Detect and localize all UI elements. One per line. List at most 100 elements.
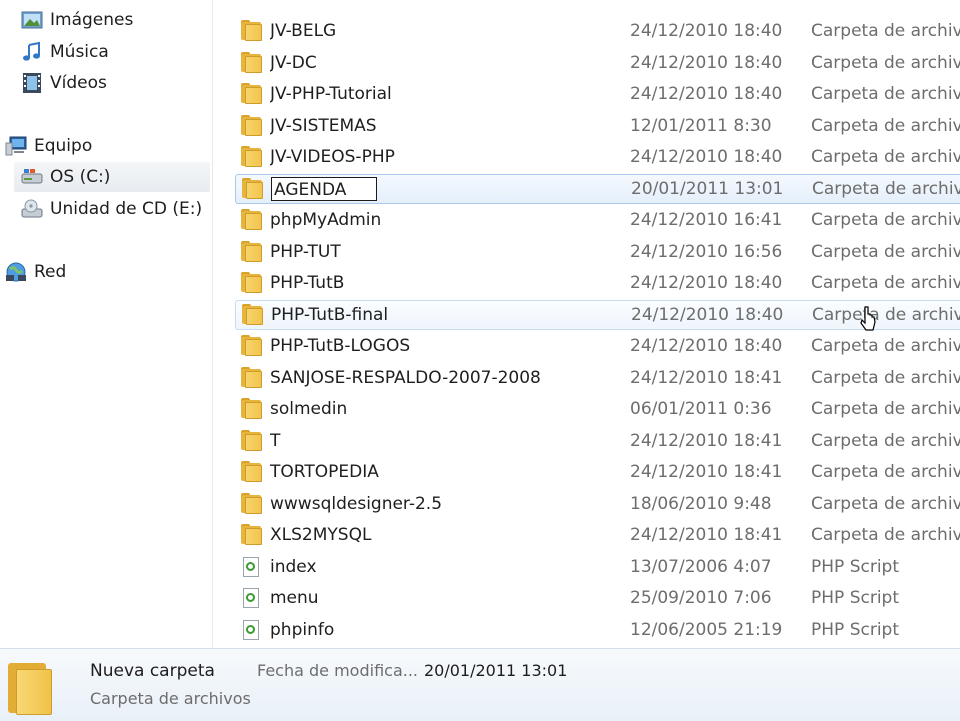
file-list[interactable]: JV-BELG 24/12/2010 18:40 Carpeta de archiv… [213,0,960,648]
file-row[interactable]: JV-BELG 24/12/2010 18:40 Carpeta de archiv… [235,16,960,46]
file-date: 24/12/2010 18:40 [630,336,783,356]
folder-icon [239,20,263,42]
rename-input[interactable]: AGENDA [271,176,377,201]
folder-icon [239,398,263,420]
file-date: 24/12/2010 18:40 [630,84,783,104]
file-type: Carpeta de archivos [811,367,960,388]
nav-item-label: Equipo [34,136,93,156]
nav-item-computer[interactable]: Equipo [4,131,200,161]
file-row[interactable]: solmedin 06/01/2011 0:36 Carpeta de archiv… [235,394,960,424]
file-row[interactable]: phpinfo 12/06/2005 21:19 PHP Script [235,615,960,645]
file-name: T [270,430,281,451]
nav-item-drive-c[interactable]: OS (C:) [14,162,210,192]
pictures-icon [20,9,44,31]
file-row[interactable]: JV-VIDEOS-PHP 24/12/2010 18:40 Carpeta de … [235,142,960,172]
nav-item-videos[interactable]: Vídeos [20,68,200,98]
file-row[interactable]: T 24/12/2010 18:41 Carpeta de archivos [235,426,960,456]
file-date: 12/01/2011 8:30 [630,115,772,136]
file-name: XLS2MYSQL [270,525,372,545]
folder-icon [239,524,263,546]
folder-icon [239,335,263,357]
nav-item-music[interactable]: Música [20,37,200,67]
file-name: SANJOSE-RESPALDO-2007-2008 [270,367,541,388]
file-row[interactable]: PHP-TutB-LOGOS 24/12/2010 18:40 Carpeta de… [235,331,960,361]
file-row[interactable]: wwwsqldesigner-2.5 18/06/2010 9:48 Carpeta… [235,489,960,519]
folder-icon [239,272,263,294]
folder-icon [239,114,263,137]
file-row[interactable]: index 13/07/2006 4:07 PHP Script [235,552,960,582]
videos-icon [20,72,44,94]
nav-item-label: Vídeos [50,73,107,93]
file-row[interactable]: PHP-TutB-final 24/12/2010 18:40 Carpeta de… [235,299,960,330]
file-name: PHP-TutB-final [271,304,389,325]
file-row[interactable]: JV-DC 24/12/2010 18:40 Carpeta de archivos [235,48,960,78]
file-row[interactable]: AGENDA 20/01/2011 13:01 Carpeta de archivo… [235,173,960,204]
file-name: PHP-TUT [270,241,341,262]
nav-item-label: Unidad de CD (E:) [50,199,203,219]
details-date-label: Fecha de modifica... [257,661,418,680]
file-row[interactable]: XLS2MYSQL 24/12/2010 18:41 Carpeta de arch… [235,520,960,550]
nav-item-label: Música [50,42,109,62]
network-icon [4,261,28,283]
folder-icon [239,461,263,483]
folder-icon [239,83,263,105]
file-name: JV-BELG [270,21,337,41]
file-name: JV-SISTEMAS [270,115,377,136]
file-type: Carpeta de archivos [811,21,960,41]
file-date: 24/12/2010 18:41 [630,462,783,482]
file-type: Carpeta de archivos [812,304,960,325]
file-row[interactable]: TORTOPEDIA 24/12/2010 18:41 Carpeta de arc… [235,457,960,487]
file-row[interactable]: PHP-TutB 24/12/2010 18:40 Carpeta de archi… [235,268,960,298]
file-date: 18/06/2010 9:48 [630,493,772,514]
file-type: Carpeta de archivos [811,147,960,167]
drive-icon [20,166,44,188]
file-name: phpinfo [270,619,335,640]
nav-item-cd-drive[interactable]: Unidad de CD (E:) [20,194,210,224]
file-type: Carpeta de archivos [811,84,960,104]
file-date: 24/12/2010 18:40 [631,304,784,325]
file-name: AGENDA [271,176,631,201]
file-row[interactable]: JV-SISTEMAS 12/01/2011 8:30 Carpeta de arc… [235,111,960,141]
navigation-pane: Imágenes Música Vídeos Equipo OS (C:) Un… [0,0,213,648]
folder-icon [239,146,263,168]
details-pane: Nueva carpeta Carpeta de archivos Fecha … [0,648,960,721]
file-name: TORTOPEDIA [270,462,379,482]
cd-drive-icon [20,198,44,220]
file-name: JV-PHP-Tutorial [270,84,392,104]
folder-icon [239,429,263,452]
file-row[interactable]: PHP-TUT 24/12/2010 16:56 Carpeta de archiv… [235,237,960,267]
file-type: PHP Script [811,556,899,577]
file-type: Carpeta de archivos [811,52,960,73]
php-file-icon [239,556,263,578]
file-type: Carpeta de archivos [811,399,960,419]
file-date: 13/07/2006 4:07 [630,556,772,577]
file-row[interactable]: JV-PHP-Tutorial 24/12/2010 18:40 Carpeta d… [235,79,960,109]
file-row[interactable]: SANJOSE-RESPALDO-2007-2008 24/12/2010 18:… [235,363,960,393]
file-type: Carpeta de archivos [812,178,960,199]
file-date: 24/12/2010 18:41 [630,525,783,545]
php-file-icon [239,619,263,641]
file-type: Carpeta de archivos [811,273,960,293]
nav-item-label: Red [34,262,67,282]
file-type: Carpeta de archivos [811,210,960,230]
folder-icon [239,240,263,263]
file-row[interactable]: menu 25/09/2010 7:06 PHP Script [235,583,960,613]
details-name: Nueva carpeta [90,661,215,681]
nav-item-network[interactable]: Red [4,257,200,287]
file-date: 24/12/2010 18:40 [630,21,783,41]
file-row[interactable]: phpMyAdmin 24/12/2010 16:41 Carpeta de arc… [235,205,960,235]
folder-large-icon [6,657,54,715]
music-icon [20,41,44,63]
file-name: PHP-TutB-LOGOS [270,336,411,356]
file-date: 24/12/2010 18:40 [630,147,783,167]
file-date: 24/12/2010 18:41 [630,367,783,388]
file-date: 06/01/2011 0:36 [630,399,772,419]
computer-icon [4,135,28,157]
folder-icon [239,209,263,231]
file-date: 24/12/2010 18:40 [630,273,783,293]
details-date-value: 20/01/2011 13:01 [424,661,568,680]
php-file-icon [239,587,263,609]
nav-item-pictures[interactable]: Imágenes [20,5,200,35]
file-name: menu [270,588,319,608]
folder-icon [239,492,263,515]
